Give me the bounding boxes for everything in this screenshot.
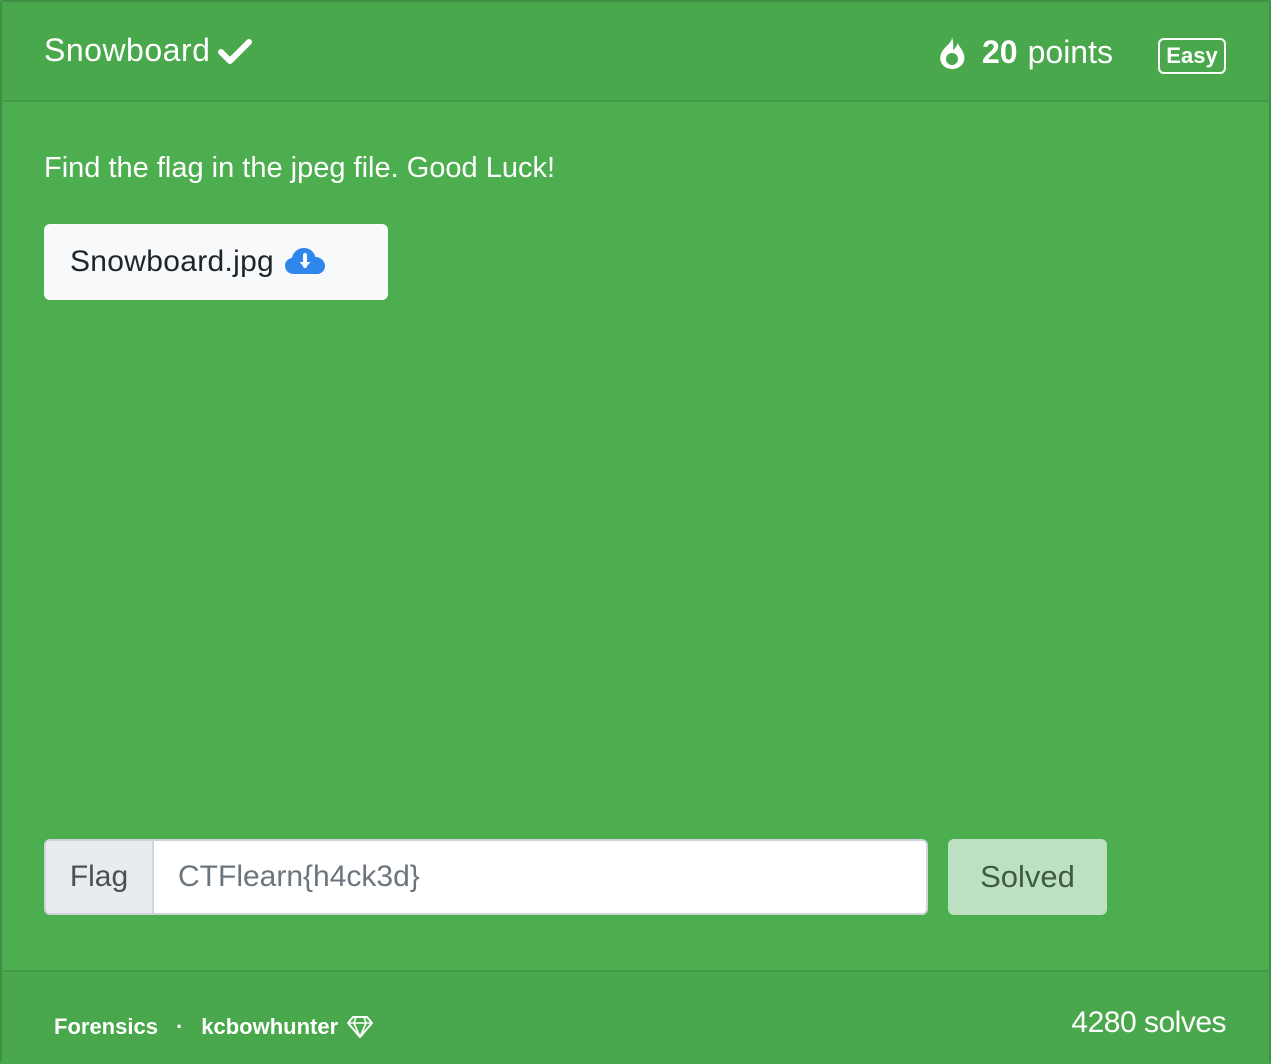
challenge-meta: Forensics · kcbowhunter [54,1014,374,1040]
fire-icon [940,36,965,69]
solved-button[interactable]: Solved [948,839,1107,915]
card-header: Snowboard 20 points Easy [2,2,1269,102]
challenge-description: Find the flag in the jpeg file. Good Luc… [44,152,556,184]
category-link[interactable]: Forensics [54,1014,158,1040]
challenge-title: Snowboard [44,32,253,69]
file-download-button[interactable]: Snowboard.jpg [44,224,388,300]
author-link[interactable]: kcbowhunter [201,1014,338,1040]
points-display: 20 points [936,34,1113,71]
meta-separator: · [175,1014,184,1039]
flag-input[interactable] [154,841,926,913]
flag-label: Flag [46,841,154,913]
diamond-icon [347,1016,374,1038]
solves-count: 4280 solves [1071,1006,1226,1039]
points-value: 20 [982,34,1018,70]
flag-input-group: Flag [44,839,928,915]
card-footer: Forensics · kcbowhunter 4280 solves [2,970,1269,1064]
challenge-title-text: Snowboard [44,32,211,68]
file-name: Snowboard.jpg [70,245,275,278]
check-icon [218,38,253,64]
difficulty-badge: Easy [1158,38,1226,74]
points-label: points [1027,34,1113,70]
cloud-download-icon [285,248,326,274]
challenge-card: Snowboard 20 points Easy Find the flag i… [0,0,1271,1064]
